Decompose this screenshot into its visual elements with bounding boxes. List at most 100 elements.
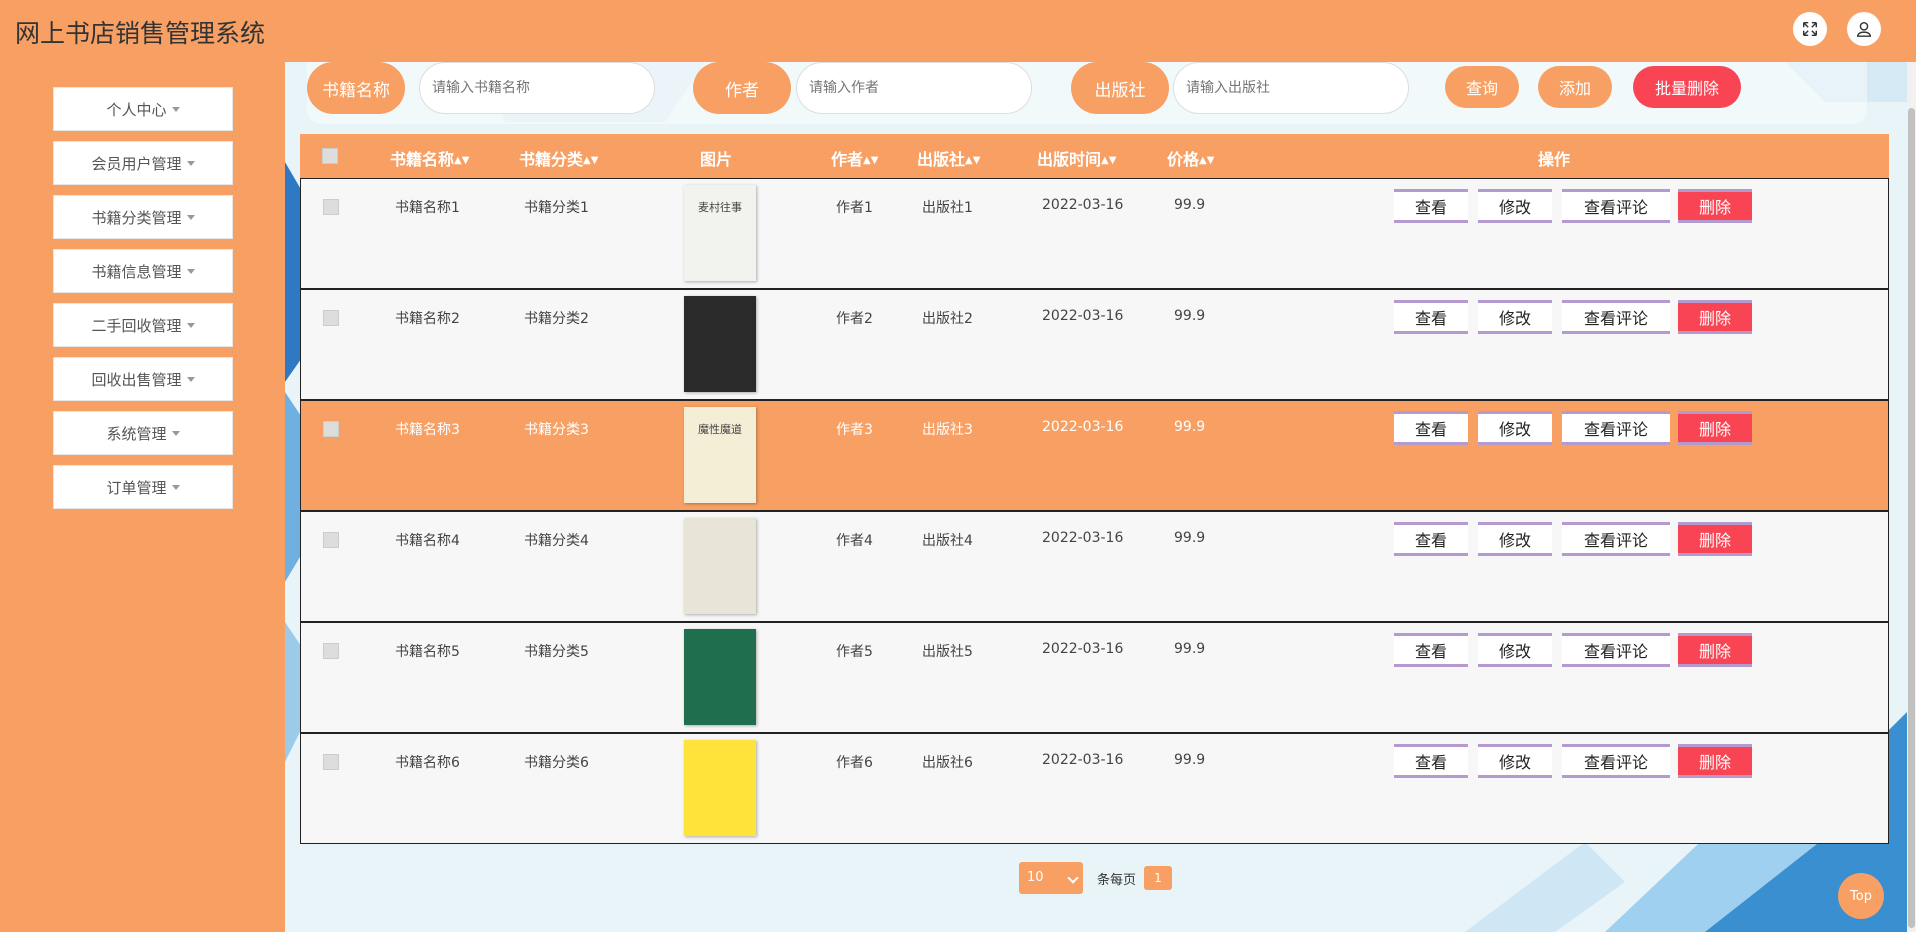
delete-button[interactable]: 删除 (1678, 633, 1752, 667)
edit-button[interactable]: 修改 (1478, 744, 1552, 778)
sidebar-item-categories[interactable]: 书籍分类管理 (53, 195, 233, 239)
sidebar-item-recycle[interactable]: 二手回收管理 (53, 303, 233, 347)
sort-icon: ▲▼ (583, 155, 599, 166)
sidebar-item-label: 回收出售管理 (91, 370, 182, 389)
caret-down-icon (171, 484, 180, 490)
row-checkbox[interactable] (323, 199, 339, 215)
view-button[interactable]: 查看 (1394, 411, 1468, 445)
page-size-select[interactable]: 10 (1019, 862, 1083, 894)
delete-button[interactable]: 删除 (1678, 189, 1752, 223)
app-header: 网上书店销售管理系统 (0, 0, 1916, 62)
batch-delete-button[interactable]: 批量删除 (1633, 66, 1741, 108)
book-cover-image[interactable] (670, 516, 770, 616)
table-row[interactable]: 书籍名称2 书籍分类2 作者2 出版社2 2022-03-16 99.9 查看 修改 查看评论删… (300, 289, 1889, 400)
query-button[interactable]: 查询 (1445, 66, 1519, 108)
name-label: 书籍名称 (307, 62, 405, 114)
view-comments-button[interactable]: 查看评论 (1562, 189, 1670, 223)
sidebar-item-profile[interactable]: 个人中心 (53, 87, 233, 131)
cell-publisher: 出版社1 (922, 200, 973, 216)
cell-name: 书籍名称5 (395, 644, 460, 660)
expand-icon (1802, 21, 1818, 37)
book-cover-image[interactable]: 麦村往事 (670, 183, 770, 283)
edit-button[interactable]: 修改 (1478, 300, 1552, 334)
sidebar-item-resale[interactable]: 回收出售管理 (53, 357, 233, 401)
view-button[interactable]: 查看 (1394, 633, 1468, 667)
view-button[interactable]: 查看 (1394, 189, 1468, 223)
book-cover (684, 629, 756, 725)
edit-button[interactable]: 修改 (1478, 189, 1552, 223)
cell-author: 作者3 (836, 422, 873, 438)
view-button[interactable]: 查看 (1394, 522, 1468, 556)
edit-button[interactable]: 修改 (1478, 522, 1552, 556)
user-button[interactable] (1847, 12, 1881, 46)
cell-name: 书籍名称2 (395, 311, 460, 327)
header-publisher[interactable]: 出版社▲▼ (917, 146, 980, 170)
name-search-input[interactable] (419, 62, 655, 114)
sort-icon: ▲▼ (1199, 155, 1215, 166)
vertical-scrollbar[interactable] (1907, 62, 1916, 932)
table-row[interactable]: 书籍名称3 书籍分类3 魔性魔道 作者3 出版社3 2022-03-16 99.9 查看 修改查… (300, 400, 1889, 511)
cell-price: 99.9 (1174, 641, 1206, 657)
book-cover-image[interactable] (670, 627, 770, 727)
view-comments-button[interactable]: 查看评论 (1562, 300, 1670, 334)
back-to-top-button[interactable]: Top (1838, 873, 1884, 919)
header-author[interactable]: 作者▲▼ (831, 146, 878, 170)
row-checkbox[interactable] (323, 754, 339, 770)
book-cover-image[interactable]: 魔性魔道 (670, 405, 770, 505)
delete-button[interactable]: 删除 (1678, 411, 1752, 445)
cover-title: 魔性魔道 (698, 423, 742, 436)
book-cover-image[interactable] (670, 294, 770, 394)
view-button[interactable]: 查看 (1394, 744, 1468, 778)
book-cover-image[interactable] (670, 738, 770, 838)
cell-category: 书籍分类1 (524, 200, 589, 216)
cell-publisher: 出版社5 (922, 644, 973, 660)
sidebar-item-books[interactable]: 书籍信息管理 (53, 249, 233, 293)
caret-down-icon (186, 268, 195, 274)
select-all-checkbox[interactable] (322, 148, 338, 164)
sort-icon: ▲▼ (454, 155, 470, 166)
sort-icon: ▲▼ (863, 155, 879, 166)
row-checkbox[interactable] (323, 421, 339, 437)
sidebar-item-label: 会员用户管理 (91, 154, 182, 173)
row-checkbox[interactable] (323, 532, 339, 548)
cell-price: 99.9 (1174, 308, 1206, 324)
page-1-button[interactable]: 1 (1144, 866, 1172, 890)
header-category[interactable]: 书籍分类▲▼ (519, 146, 598, 170)
header-price[interactable]: 价格▲▼ (1167, 146, 1214, 170)
table-row[interactable]: 书籍名称1 书籍分类1 麦村往事 作者1 出版社1 2022-03-16 99.9 查看 修改查… (300, 178, 1889, 289)
cell-name: 书籍名称3 (395, 422, 460, 438)
view-comments-button[interactable]: 查看评论 (1562, 411, 1670, 445)
view-comments-button[interactable]: 查看评论 (1562, 744, 1670, 778)
delete-button[interactable]: 删除 (1678, 744, 1752, 778)
add-button[interactable]: 添加 (1538, 66, 1612, 108)
caret-down-icon (186, 214, 195, 220)
delete-button[interactable]: 删除 (1678, 300, 1752, 334)
row-checkbox[interactable] (323, 310, 339, 326)
header-name[interactable]: 书籍名称▲▼ (390, 146, 469, 170)
table-row[interactable]: 书籍名称5 书籍分类5 作者5 出版社5 2022-03-16 99.9 查看 修改 查看评论删… (300, 622, 1889, 733)
view-comments-button[interactable]: 查看评论 (1562, 522, 1670, 556)
sidebar-item-label: 个人中心 (106, 100, 167, 119)
sidebar-item-members[interactable]: 会员用户管理 (53, 141, 233, 185)
sidebar-item-orders[interactable]: 订单管理 (53, 465, 233, 509)
fullscreen-button[interactable] (1793, 12, 1827, 46)
sidebar-item-label: 系统管理 (106, 424, 167, 443)
sidebar-item-system[interactable]: 系统管理 (53, 411, 233, 455)
scrollbar-thumb[interactable] (1908, 108, 1915, 928)
cell-category: 书籍分类6 (524, 755, 589, 771)
row-checkbox[interactable] (323, 643, 339, 659)
cell-publisher: 出版社4 (922, 533, 973, 549)
cell-price: 99.9 (1174, 419, 1206, 435)
view-button[interactable]: 查看 (1394, 300, 1468, 334)
view-comments-button[interactable]: 查看评论 (1562, 633, 1670, 667)
publisher-search-input[interactable] (1173, 62, 1409, 114)
cover-title: 麦村往事 (698, 201, 742, 214)
cell-author: 作者2 (836, 311, 873, 327)
table-row[interactable]: 书籍名称4 书籍分类4 作者4 出版社4 2022-03-16 99.9 查看 修改 查看评论删… (300, 511, 1889, 622)
table-row[interactable]: 书籍名称6 书籍分类6 作者6 出版社6 2022-03-16 99.9 查看 修改 查看评论删… (300, 733, 1889, 844)
delete-button[interactable]: 删除 (1678, 522, 1752, 556)
edit-button[interactable]: 修改 (1478, 411, 1552, 445)
author-search-input[interactable] (796, 62, 1032, 114)
header-date[interactable]: 出版时间▲▼ (1037, 146, 1116, 170)
edit-button[interactable]: 修改 (1478, 633, 1552, 667)
